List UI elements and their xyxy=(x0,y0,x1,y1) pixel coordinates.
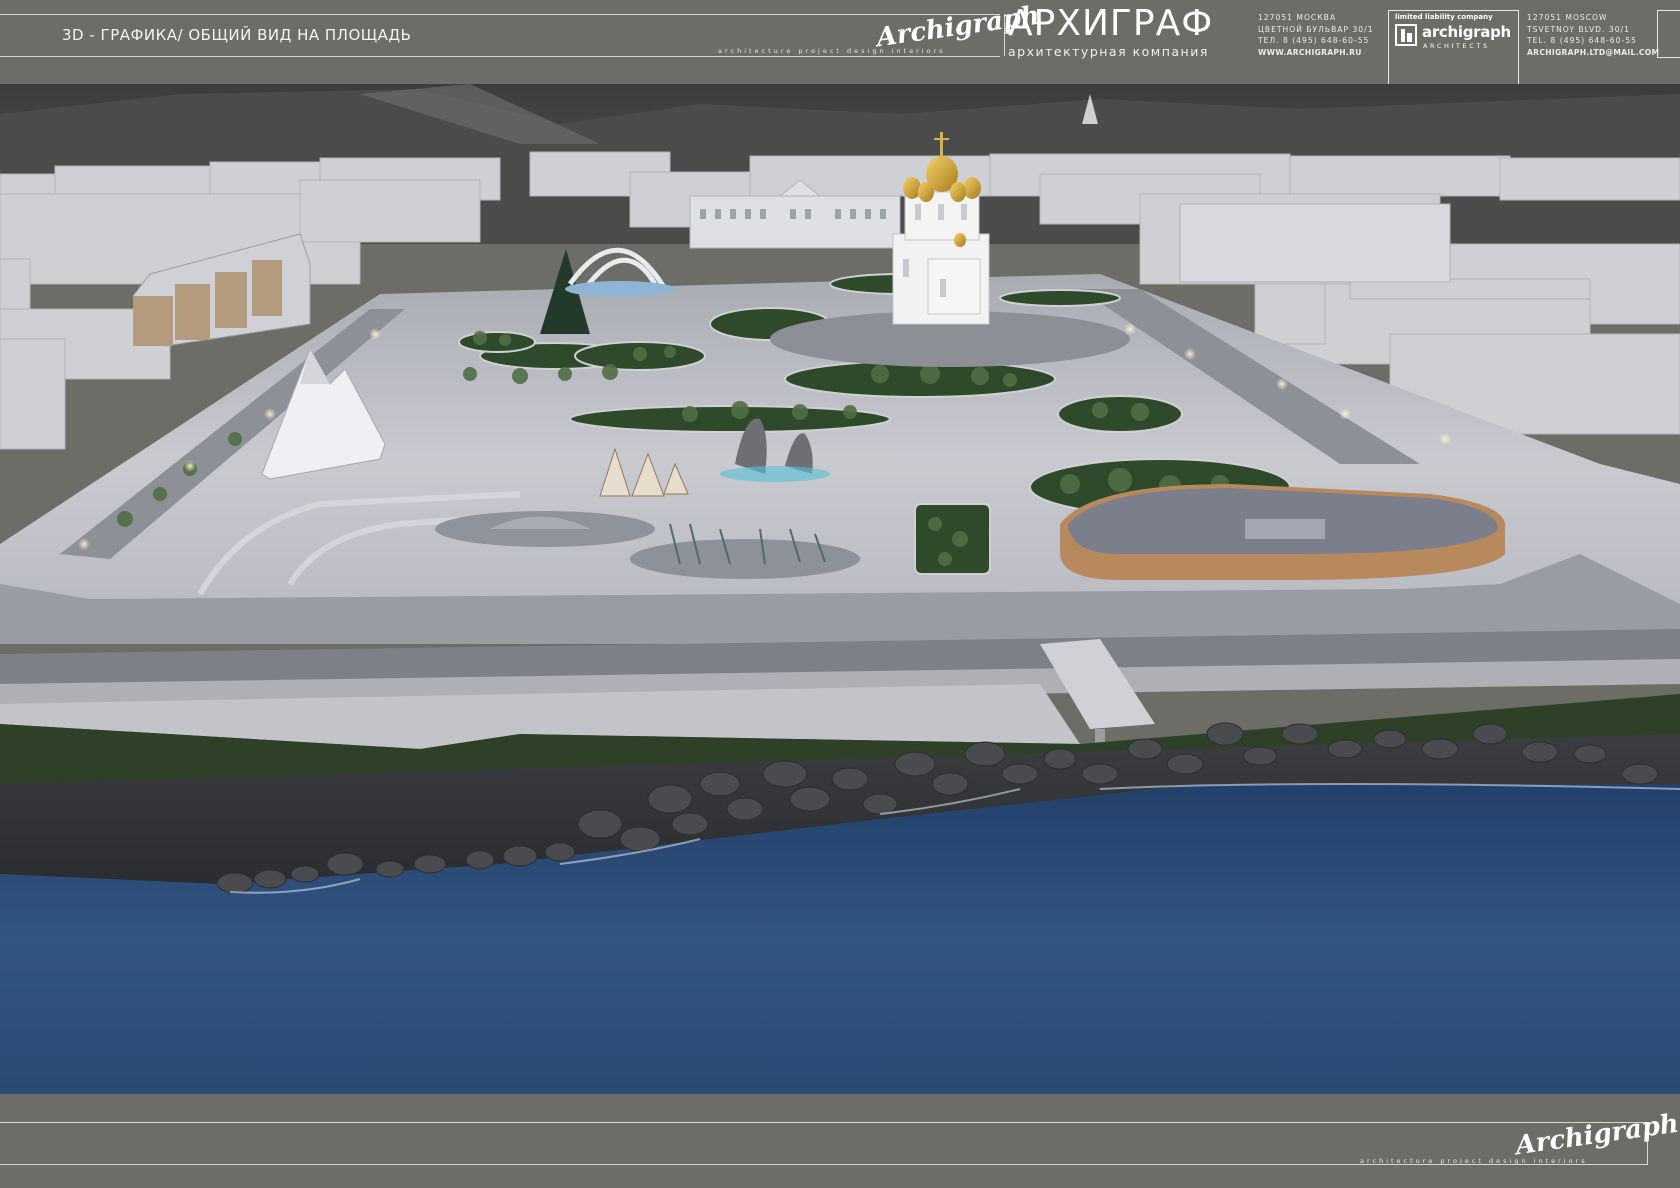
address-en-email[interactable]: ARCHIGRAPH.LTD@MAIL.COM xyxy=(1527,48,1659,57)
address-ru: 127051 МОСКВА ЦВЕТНОЙ БУЛЬВАР 30/1 ТЕЛ. … xyxy=(1258,12,1374,58)
aerial-render-image xyxy=(0,84,1680,1094)
brand-subtitle: архитектурная компания xyxy=(1008,44,1209,59)
header-rule-bottom xyxy=(0,56,1000,57)
brand-name: АРХИГРАФ xyxy=(1008,3,1214,44)
title-block-header: 3D - ГРАФИКА/ ОБЩИЙ ВИД НА ПЛОЩАДЬ Archi… xyxy=(0,0,1680,142)
address-en-city: 127051 MOSCOW xyxy=(1527,13,1608,22)
logo-llc-text: limited liability company xyxy=(1395,13,1493,21)
header-edge-frame xyxy=(1657,10,1680,58)
sports-arena xyxy=(1060,484,1506,580)
address-ru-phone: ТЕЛ. 8 (495) 648-60-55 xyxy=(1258,36,1370,45)
address-en-street: TSVETNOY BLVD. 30/1 xyxy=(1527,24,1630,34)
title-block-footer: Archigraph architecture project design i… xyxy=(0,1094,1680,1188)
archigraph-building-icon xyxy=(1395,24,1417,46)
address-ru-street: ЦВЕТНОЙ БУЛЬВАР 30/1 xyxy=(1258,24,1374,34)
address-en: 127051 MOSCOW TSVETNOY BLVD. 30/1 TEL. 8… xyxy=(1527,12,1659,58)
render-illustration xyxy=(0,84,1680,1094)
address-ru-website[interactable]: WWW.ARCHIGRAPH.RU xyxy=(1258,48,1362,57)
signature-tagline: architecture project design interiors xyxy=(718,47,946,55)
address-ru-city: 127051 МОСКВА xyxy=(1258,13,1337,22)
logo-wordmark: archigraph xyxy=(1422,23,1511,41)
logo-architects: ARCHITECTS xyxy=(1423,42,1490,50)
footer-signature-tagline: architecture project design interiors xyxy=(1360,1157,1588,1165)
address-en-phone: TEL. 8 (495) 648-60-55 xyxy=(1527,36,1637,45)
sheet-title: 3D - ГРАФИКА/ ОБЩИЙ ВИД НА ПЛОЩАДЬ xyxy=(62,26,412,44)
header-rule-top xyxy=(0,14,1000,15)
archigraph-signature-logo-footer: Archigraph xyxy=(1513,1108,1680,1162)
brand-divider xyxy=(1004,14,1005,56)
footer-rule-top xyxy=(0,1122,1648,1123)
